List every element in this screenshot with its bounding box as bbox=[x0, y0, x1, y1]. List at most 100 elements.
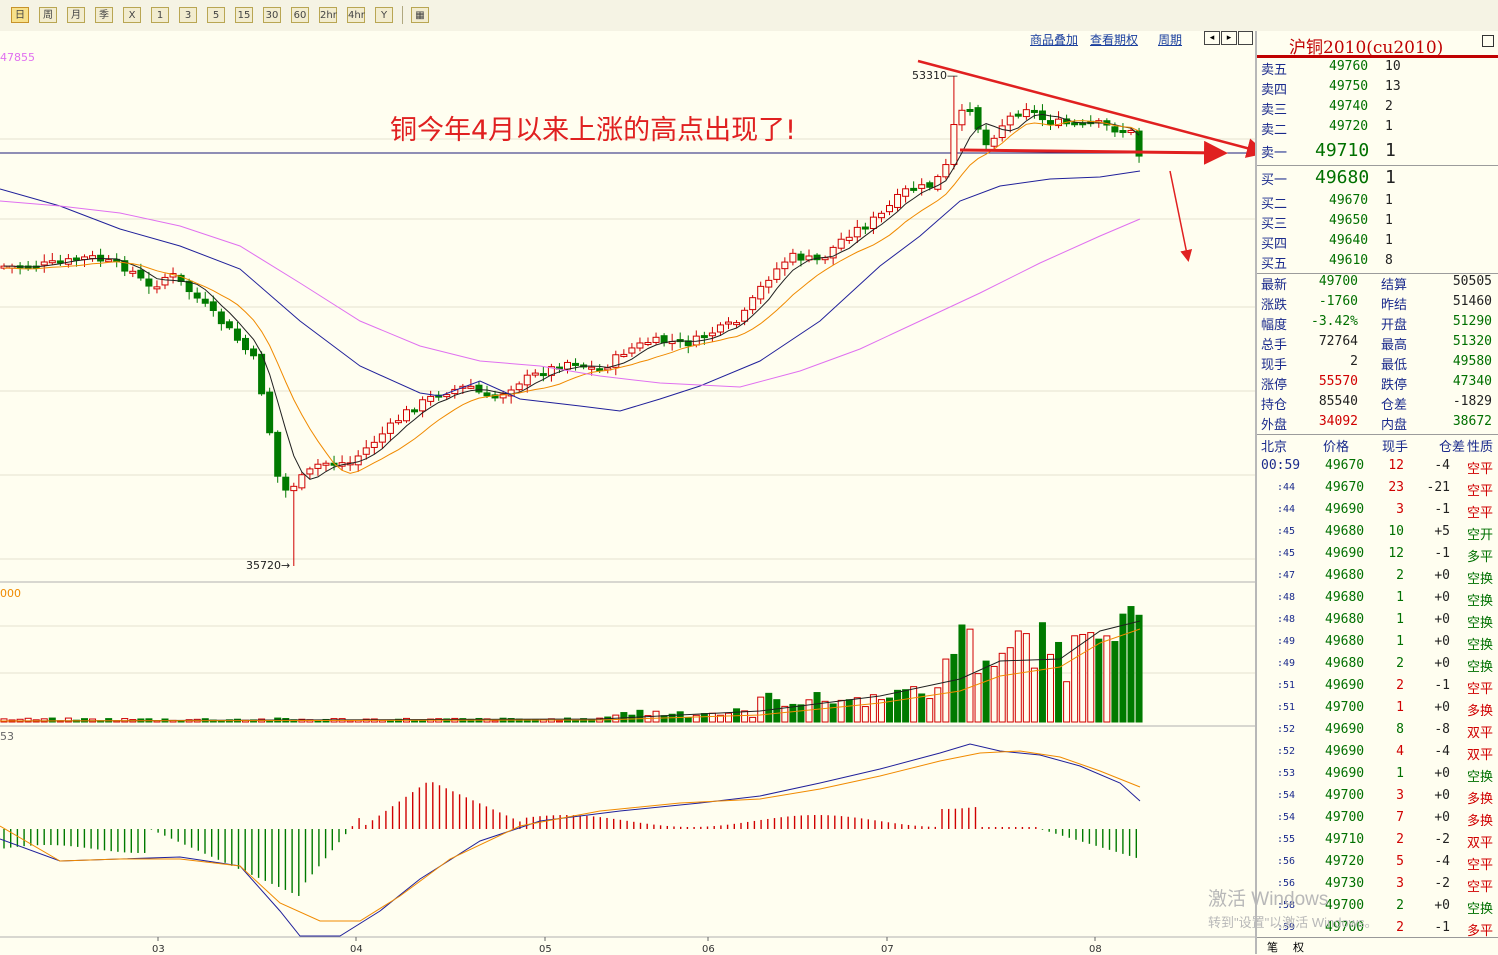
period-button-7[interactable]: 5 bbox=[207, 7, 225, 23]
tick-row[interactable]: :54 49700 7 +0 多换 bbox=[1257, 810, 1498, 830]
volume-bar bbox=[749, 716, 757, 723]
tick-row[interactable]: :52 49690 8 -8 双平 bbox=[1257, 722, 1498, 742]
tick-row[interactable]: :44 49690 3 -1 空平 bbox=[1257, 502, 1498, 522]
tick-type: 多换 bbox=[1467, 792, 1494, 807]
candle-body bbox=[386, 422, 394, 434]
macd-histogram bbox=[3, 782, 1138, 896]
volume-bar bbox=[861, 706, 869, 723]
volume-bar bbox=[902, 689, 910, 723]
tick-oi-change: -1 bbox=[1434, 920, 1450, 935]
tick-price: 49690 bbox=[1325, 744, 1365, 759]
overlay-commodity-link[interactable]: 商品叠加 bbox=[1030, 31, 1078, 48]
candle-body bbox=[652, 336, 660, 343]
tick-volume: 23 bbox=[1388, 480, 1404, 495]
candle-body bbox=[877, 212, 885, 219]
tick-row[interactable]: :51 49690 2 -1 空平 bbox=[1257, 678, 1498, 698]
period-button-14[interactable]: ▦ bbox=[411, 7, 429, 23]
tick-row[interactable]: :53 49690 1 +0 空换 bbox=[1257, 766, 1498, 786]
bid-row: 买二 49670 1 bbox=[1257, 193, 1498, 213]
candle-body bbox=[990, 137, 998, 147]
scroll-right-icon[interactable]: ▸ bbox=[1221, 31, 1237, 45]
period-toolbar: 日周月季 X 1 3 5 15 30 60 2hr 4hr Y ▦ bbox=[0, 0, 1498, 32]
period-button-5[interactable]: 1 bbox=[151, 7, 169, 23]
tick-row[interactable]: :49 49680 2 +0 空换 bbox=[1257, 656, 1498, 676]
period-button-10[interactable]: 60 bbox=[291, 7, 309, 23]
tick-price: 49680 bbox=[1325, 612, 1365, 627]
period-button-4[interactable]: X bbox=[123, 7, 141, 23]
candle-body bbox=[242, 337, 249, 351]
candle-body bbox=[161, 276, 169, 286]
candle-body bbox=[1030, 109, 1038, 113]
maximize-icon[interactable] bbox=[1482, 35, 1494, 47]
tick-row[interactable]: :54 49700 3 +0 多换 bbox=[1257, 788, 1498, 808]
period-button-9[interactable]: 30 bbox=[263, 7, 281, 23]
volume-bar bbox=[64, 717, 72, 723]
period-button-3[interactable]: 季 bbox=[95, 7, 113, 23]
tick-row[interactable]: :51 49700 1 +0 多换 bbox=[1257, 700, 1498, 720]
period-button-8[interactable]: 15 bbox=[235, 7, 253, 23]
candle-body bbox=[982, 129, 990, 146]
tick-row[interactable]: :56 49720 5 -4 空平 bbox=[1257, 854, 1498, 874]
tick-time: :47 bbox=[1277, 570, 1296, 581]
tick-row[interactable]: :52 49690 4 -4 双平 bbox=[1257, 744, 1498, 764]
period-button-0[interactable]: 日 bbox=[11, 7, 29, 23]
candle-body bbox=[250, 348, 258, 357]
bid-row: 买五 49610 8 bbox=[1257, 253, 1498, 273]
stat-label: 结算 bbox=[1381, 278, 1408, 293]
kline-chart[interactable]: 03 04 05 06 07 08 47855 000 53 53310— 35720→ 铜今年4月以… bbox=[0, 31, 1255, 954]
period-button-13[interactable]: Y bbox=[375, 7, 393, 23]
volume-bar bbox=[998, 652, 1006, 723]
period-button-11[interactable]: 2hr bbox=[319, 7, 337, 23]
tick-type: 双平 bbox=[1467, 748, 1494, 763]
bid-volume: 1 bbox=[1385, 167, 1396, 188]
tick-row[interactable]: :48 49680 1 +0 空换 bbox=[1257, 590, 1498, 610]
tick-row[interactable]: :45 49680 10 +5 空开 bbox=[1257, 524, 1498, 544]
tick-volume: 1 bbox=[1396, 766, 1404, 781]
tick-header-2: 现手 bbox=[1382, 440, 1409, 455]
volume-bar bbox=[1038, 622, 1046, 723]
period-button-12[interactable]: 4hr bbox=[347, 7, 365, 23]
tick-oi-change: +0 bbox=[1434, 810, 1450, 825]
tick-row[interactable]: :49 49680 1 +0 空换 bbox=[1257, 634, 1498, 654]
layout-icon[interactable] bbox=[1238, 31, 1253, 45]
tick-row[interactable]: :55 49710 2 -2 双平 bbox=[1257, 832, 1498, 852]
stat-label: 持仓 bbox=[1261, 398, 1288, 413]
tick-header-3: 仓差 bbox=[1439, 440, 1466, 455]
bid-price: 49610 bbox=[1329, 253, 1369, 268]
candle-body bbox=[628, 347, 636, 354]
tick-row[interactable]: :45 49690 12 -1 多平 bbox=[1257, 546, 1498, 566]
tick-type: 多平 bbox=[1467, 550, 1494, 565]
ask-label: 卖四 bbox=[1261, 83, 1288, 98]
candle-body bbox=[370, 441, 378, 448]
view-options-link[interactable]: 查看期权 bbox=[1090, 31, 1138, 48]
stat-label: 最新 bbox=[1261, 278, 1288, 293]
stat-label: 开盘 bbox=[1381, 318, 1408, 333]
period-button-2[interactable]: 月 bbox=[67, 7, 85, 23]
candle-body bbox=[539, 373, 547, 377]
candle-body bbox=[708, 332, 716, 337]
tick-oi-change: +0 bbox=[1434, 788, 1450, 803]
volume-bar bbox=[1111, 641, 1119, 723]
stat-row: 最新 49700 结算 50505 bbox=[1257, 274, 1498, 294]
period-button-6[interactable]: 3 bbox=[179, 7, 197, 23]
chart-canvas[interactable]: 03 04 05 06 07 08478550005353310—35720→铜今年4月以… bbox=[0, 31, 1255, 954]
volume-bar bbox=[741, 710, 749, 723]
volume-bar bbox=[1006, 647, 1014, 723]
tick-volume: 12 bbox=[1388, 458, 1404, 473]
period-button-1[interactable]: 周 bbox=[39, 7, 57, 23]
tab-trades[interactable]: 笔 bbox=[1267, 939, 1278, 955]
tick-volume: 2 bbox=[1396, 678, 1404, 693]
scroll-left-icon[interactable]: ◂ bbox=[1204, 31, 1220, 45]
ma5-line bbox=[4, 113, 1140, 480]
period-link[interactable]: 周期 bbox=[1158, 31, 1182, 48]
ask-price: 49710 bbox=[1315, 140, 1370, 161]
tick-row[interactable]: :47 49680 2 +0 空换 bbox=[1257, 568, 1498, 588]
tick-row[interactable]: :44 49670 23 -21 空平 bbox=[1257, 480, 1498, 500]
candle-body bbox=[869, 216, 877, 229]
tick-time: :44 bbox=[1277, 504, 1296, 515]
tick-row[interactable]: :48 49680 1 +0 空换 bbox=[1257, 612, 1498, 632]
tick-row[interactable]: 00:59 49670 12 -4 空平 bbox=[1257, 458, 1498, 478]
tick-time: :54 bbox=[1277, 812, 1296, 823]
candle-body bbox=[467, 385, 475, 389]
tab-rights[interactable]: 权 bbox=[1293, 939, 1304, 955]
